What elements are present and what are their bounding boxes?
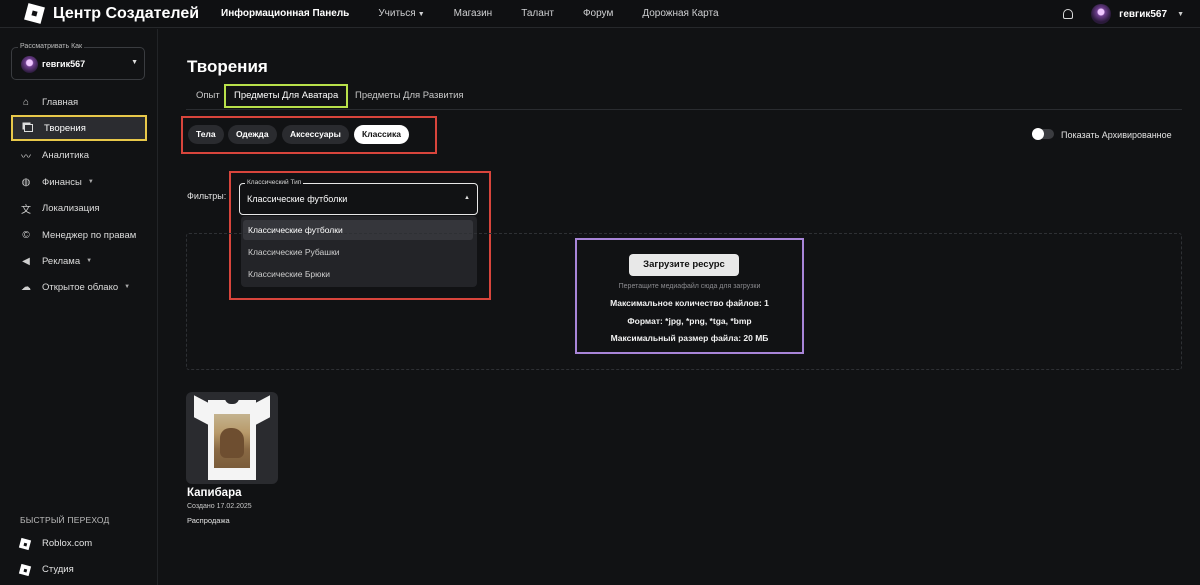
sidebar: Рассматривать Как гeвгик567 ▼ ⌂ Главная … [0, 29, 158, 585]
sidebar-item-home[interactable]: ⌂ Главная [11, 89, 147, 115]
view-as-username: гeвгик567 [42, 59, 86, 69]
chevron-down-icon[interactable]: ▼ [1177, 11, 1184, 18]
tab-development-items[interactable]: Предметы Для Развития [355, 84, 464, 108]
chevron-down-icon: ▼ [417, 11, 425, 18]
select-value: Классические футболки [247, 194, 348, 204]
studio-icon [18, 563, 32, 576]
sidebar-item-label: Творения [44, 122, 86, 134]
creator-hub-logo[interactable]: Центр Создателей [24, 3, 200, 24]
sidebar-item-label: Реклама [42, 255, 81, 267]
classic-type-select[interactable]: Классический Тип Классические футболки ▲ [239, 179, 478, 215]
category-chips: Тела Одежда Аксессуары Классика [181, 116, 437, 154]
home-icon: ⌂ [22, 96, 30, 108]
nav-forum[interactable]: Форум [583, 8, 613, 19]
account-username[interactable]: гeвгик567 [1119, 9, 1167, 20]
upload-max-size: Максимальный размер файла: 20 МБ [610, 333, 769, 343]
sidebar-item-label: Локализация [42, 202, 100, 214]
item-card-thumbnail[interactable] [186, 392, 278, 484]
sidebar-item-ads[interactable]: ◀ Реклама ▼ [11, 248, 147, 274]
show-archived-toggle[interactable] [1032, 128, 1054, 140]
copyright-icon: © [22, 229, 30, 241]
chevron-down-icon: ▼ [124, 284, 131, 290]
quick-link-roblox[interactable]: Roblox.com [18, 537, 93, 550]
nav-dashboard[interactable]: Информационная Панель [221, 8, 349, 19]
nav-store[interactable]: Магазин [454, 8, 493, 19]
show-archived-label: Показать Архивированное [1061, 130, 1172, 140]
sidebar-item-finance[interactable]: ◍ Финансы ▼ [11, 169, 147, 195]
roblox-logo-icon [24, 3, 45, 24]
tshirt-image [194, 395, 270, 480]
finance-icon: ◍ [21, 176, 31, 188]
item-title[interactable]: Капибара [187, 487, 242, 499]
tab-experiences[interactable]: Опыт [196, 84, 220, 108]
upload-asset-button[interactable]: Загрузите ресурс [629, 254, 739, 276]
view-as-label: Рассматривать Как [18, 43, 85, 50]
sidebar-item-creations[interactable]: Творения [11, 115, 147, 141]
top-nav: Информационная Панель Учиться ▼ Магазин Т… [221, 8, 747, 19]
sidebar-item-label: Менеджер по правам [42, 229, 137, 241]
sidebar-item-localization[interactable]: 文 Локализация [11, 195, 147, 221]
megaphone-icon: ◀ [22, 255, 30, 267]
avatar[interactable] [1091, 4, 1112, 24]
upload-format: Формат: *jpg, *png, *tga, *bmp [627, 316, 752, 326]
select-legend: Классический Тип [245, 179, 304, 186]
item-status: Распродажа [187, 516, 230, 525]
caret-up-icon: ▲ [464, 195, 470, 201]
chevron-down-icon: ▼ [131, 59, 138, 66]
chip-accessories[interactable]: Аксессуары [282, 125, 349, 144]
item-created-date: Создано 17.02.2025 [187, 503, 252, 510]
filters-label: Фильтры: [187, 191, 227, 201]
upload-hint: Перетащите медиафайл сюда для загрузки [618, 283, 761, 290]
chevron-down-icon: ▼ [87, 179, 94, 185]
quick-link-label: Студия [42, 564, 74, 575]
sidebar-item-label: Главная [42, 96, 79, 108]
quick-access-title: БЫСТРЫЙ ПЕРЕХОД [20, 515, 110, 525]
brand-title: Центр Создателей [53, 4, 200, 22]
nav-roadmap[interactable]: Дорожная Карта [642, 8, 718, 19]
chip-clothing[interactable]: Одежда [228, 125, 277, 144]
sidebar-item-open-cloud[interactable]: ☁ Открытое облако ▼ [11, 274, 147, 300]
nav-learn-label: Учиться [378, 8, 416, 19]
chip-classic[interactable]: Классика [354, 125, 409, 144]
sidebar-item-analytics[interactable]: 〰 Аналитика [11, 142, 147, 168]
creations-icon [22, 122, 34, 134]
top-bar-account: гeвгик567 ▼ [1063, 0, 1200, 28]
sidebar-item-label: Аналитика [42, 149, 90, 161]
translate-icon: 文 [21, 204, 31, 216]
notifications-bell-icon[interactable] [1063, 9, 1074, 19]
tab-avatar-items[interactable]: Предметы Для Аватара [224, 84, 349, 108]
upload-max-files: Максимальное количество файлов: 1 [610, 298, 769, 308]
top-bar: Центр Создателей Информационная Панель У… [0, 0, 1200, 28]
sidebar-item-label: Открытое облако [42, 281, 119, 293]
chevron-down-icon: ▼ [86, 258, 93, 264]
nav-learn[interactable]: Учиться ▼ [378, 8, 424, 19]
sidebar-item-rights-manager[interactable]: © Менеджер по правам [11, 222, 147, 248]
quick-link-label: Roblox.com [42, 538, 93, 549]
sidebar-item-label: Финансы [42, 176, 82, 188]
quick-link-studio[interactable]: Студия [18, 563, 74, 576]
cloud-icon: ☁ [21, 281, 31, 293]
avatar [21, 56, 38, 73]
nav-talent[interactable]: Талант [521, 8, 554, 19]
roblox-icon [18, 537, 32, 550]
creation-tabs: Опыт Предметы Для Аватара Предметы Для Р… [186, 84, 1182, 110]
page-title: Творения [187, 57, 268, 76]
analytics-icon: 〰 [21, 151, 31, 163]
view-as-selector[interactable]: Рассматривать Как гeвгик567 ▼ [11, 43, 145, 80]
chip-bodies[interactable]: Тела [188, 125, 224, 144]
